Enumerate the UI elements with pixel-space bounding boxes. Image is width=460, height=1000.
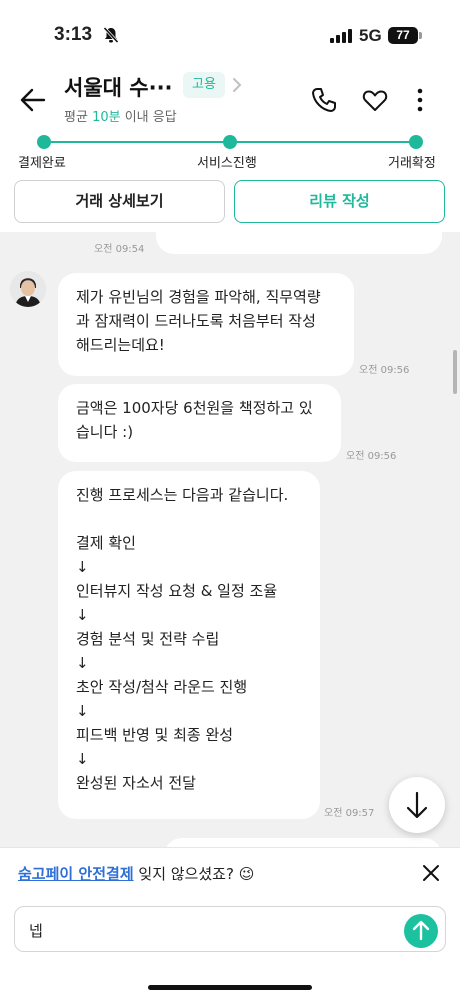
chat-area[interactable]: 오전 09:54 제가 유빈님의 경험을 파악해, 직무역량 과 잠재력이 드러…	[0, 232, 460, 847]
deal-progress: 결제완료 서비스진행 거래확정	[0, 132, 460, 172]
banner-text: 숨고페이 안전결제 잊지 않으셨죠? 😉	[18, 863, 254, 884]
deal-actions: 거래 상세보기 리뷰 작성	[0, 172, 460, 232]
response-highlight: 10분	[92, 110, 121, 125]
signal-icon	[330, 29, 352, 43]
safe-payment-link[interactable]: 숨고페이 안전결제	[18, 865, 134, 883]
chat-header: 서울대 수··· 고용 평균 10분 이내 응답	[0, 60, 460, 132]
message-time: 오전 09:54	[94, 244, 145, 255]
progress-dot-3	[409, 135, 423, 149]
status-time: 3:13	[54, 24, 93, 45]
heart-icon[interactable]	[361, 86, 389, 114]
phone-icon[interactable]	[310, 86, 338, 114]
message-bubble-partial	[164, 838, 442, 847]
scrollbar[interactable]	[453, 350, 457, 394]
battery-tip	[419, 32, 422, 39]
progress-dot-2	[223, 135, 237, 149]
safe-payment-banner: 숨고페이 안전결제 잊지 않으셨죠? 😉	[0, 847, 460, 899]
message-input-box[interactable]	[14, 906, 446, 952]
message-input[interactable]	[29, 917, 399, 943]
message-bubble: 제가 유빈님의 경험을 파악해, 직무역량 과 잠재력이 드러나도록 처음부터 …	[58, 273, 354, 376]
progress-step-label: 서비스진행	[197, 156, 257, 171]
message-bubble: 진행 프로세스는 다음과 같습니다. 결제 확인 ↓ 인터뷰지 작성 요청 & …	[58, 471, 320, 819]
more-vertical-icon[interactable]	[413, 86, 427, 114]
chevron-right-icon[interactable]	[230, 76, 244, 94]
arrow-down-icon	[406, 791, 428, 819]
message-time: 오전 09:56	[346, 451, 397, 462]
deal-detail-button[interactable]: 거래 상세보기	[14, 180, 225, 223]
message-bubble: 금액은 100자당 6천원을 책정하고 있 습니다 :)	[58, 384, 341, 462]
avatar-image	[10, 271, 46, 307]
write-review-button[interactable]: 리뷰 작성	[234, 180, 445, 223]
close-icon[interactable]	[421, 863, 441, 883]
category-badge: 고용	[183, 72, 225, 98]
response-time: 평균 10분 이내 응답	[64, 106, 177, 125]
send-button[interactable]	[404, 914, 438, 948]
message-bubble-partial	[156, 232, 442, 254]
battery-icon: 77	[388, 27, 418, 44]
arrow-up-icon	[412, 920, 430, 941]
scroll-to-bottom-button[interactable]	[389, 777, 445, 833]
message-time: 오전 09:56	[359, 365, 410, 376]
banner-message: 잊지 않으셨죠? 😉	[133, 865, 255, 883]
avatar[interactable]	[10, 271, 46, 307]
response-suffix: 이내 응답	[120, 110, 177, 125]
network-label: 5G	[359, 26, 382, 45]
back-arrow-icon[interactable]	[18, 86, 48, 114]
page-title[interactable]: 서울대 수···	[64, 72, 173, 102]
bell-off-icon	[103, 26, 119, 44]
home-indicator	[148, 985, 312, 990]
message-time: 오전 09:57	[324, 808, 375, 819]
progress-dot-1	[37, 135, 51, 149]
progress-step-label: 거래확정	[388, 156, 436, 171]
progress-step-label: 결제완료	[18, 156, 66, 171]
response-prefix: 평균	[64, 110, 93, 125]
